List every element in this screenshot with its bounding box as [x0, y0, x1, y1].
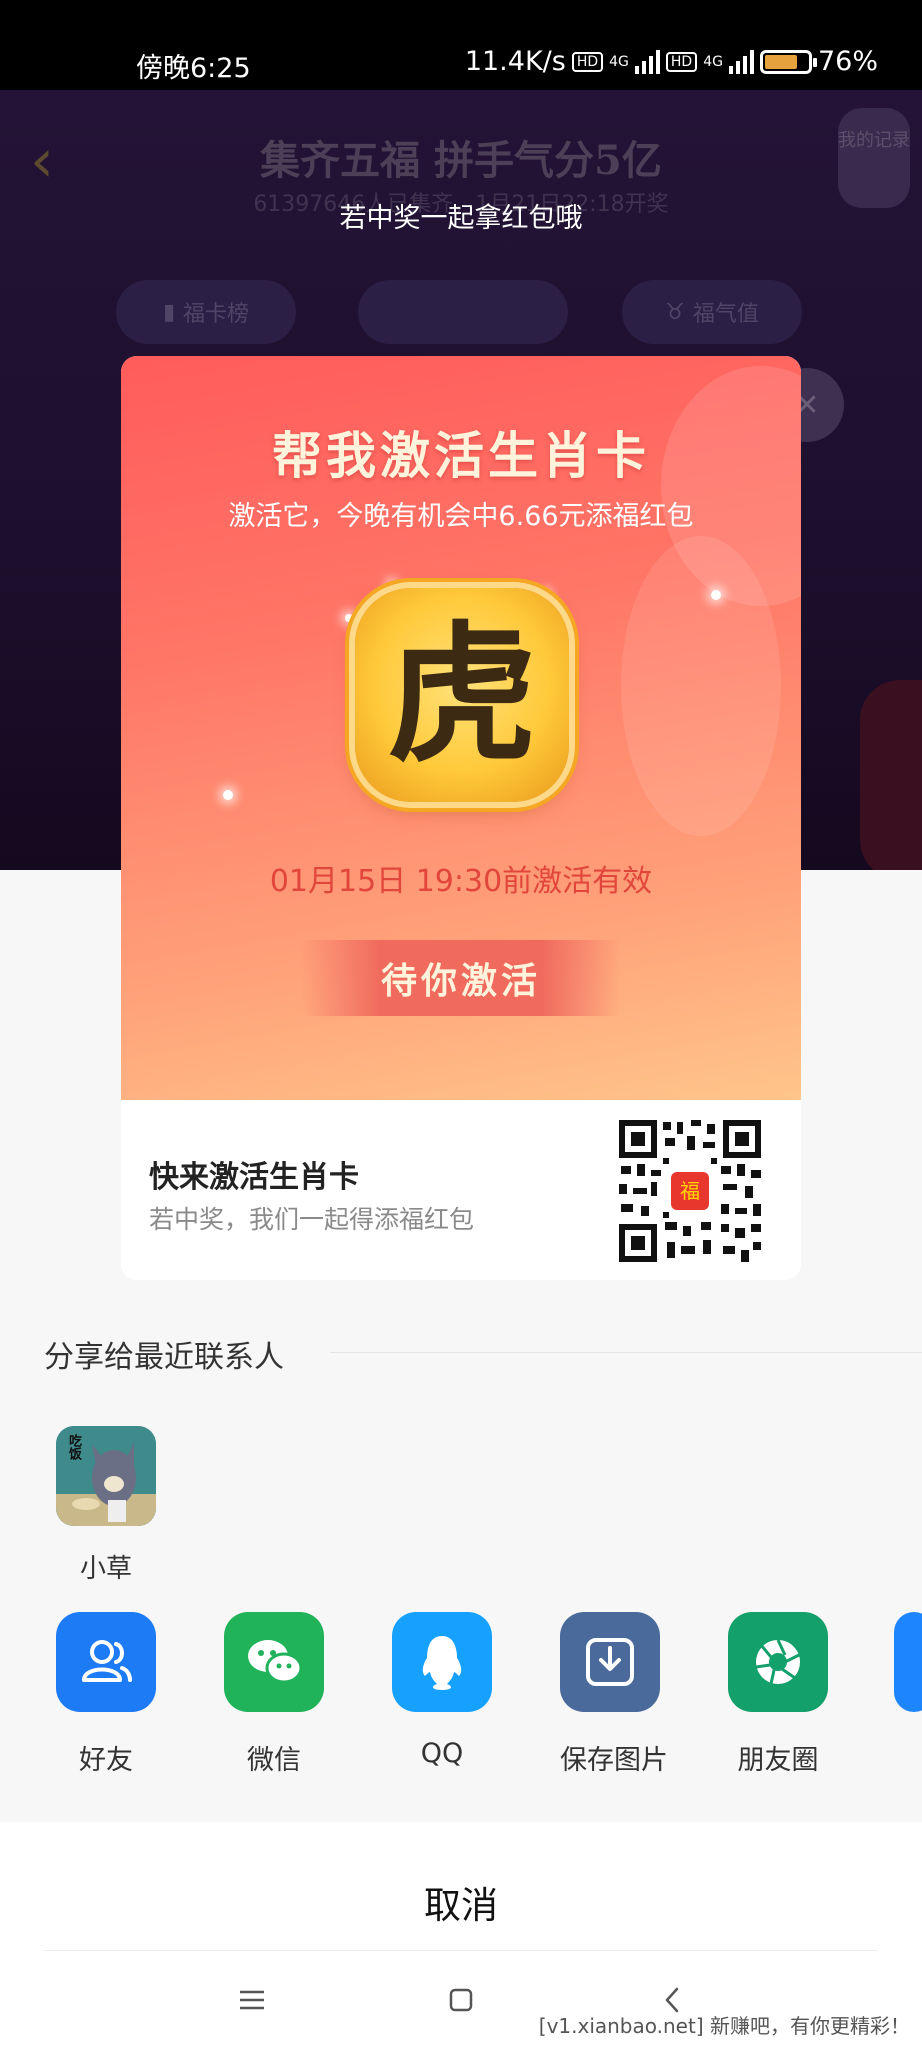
share-app-qq[interactable]: QQ [392, 1612, 492, 1777]
network-type-2: 4G [703, 53, 723, 70]
battery-icon [759, 49, 817, 74]
share-app-more[interactable] [894, 1612, 922, 1712]
signal-icon [634, 49, 660, 74]
card-subheading: 激活它，今晚有机会中6.66元添福红包 [228, 501, 694, 532]
qr-badge: 福 [680, 1179, 700, 1203]
sparkle-decoration [389, 582, 395, 588]
background-tab-middle [358, 280, 568, 344]
card-heading: 帮我激活生肖卡 [272, 426, 650, 485]
avatar-text: 吃饭 [66, 1434, 81, 1460]
background-tab-luck: ♉ 福气值 [622, 280, 802, 344]
pending-activation-label: 待你激活 [301, 940, 621, 1016]
sparkle-decoration [223, 790, 233, 800]
contact-name: 小草 [79, 1554, 132, 1584]
share-app-list: 好友 微信 QQ 保存图片 朋友圈 [56, 1612, 828, 1777]
bar-chart-icon: ▮ [162, 299, 176, 325]
status-indicators: 11.4K/s HD 4G HD 4G 76% [465, 46, 878, 77]
qq-penguin-icon [392, 1612, 492, 1712]
network-type: 4G [609, 53, 629, 70]
share-card: 帮我激活生肖卡 激活它，今晚有机会中6.66元添福红包 虎 01月15日 19:… [121, 356, 801, 1280]
qr-code-graphic: 福 [617, 1118, 763, 1264]
ox-icon: ♉ [665, 299, 685, 325]
menu-icon[interactable] [232, 1980, 272, 2020]
share-app-friends[interactable]: 好友 [56, 1612, 156, 1777]
card-footer: 快来激活生肖卡 若中奖，我们一起得添福红包 福 [121, 1100, 801, 1280]
sparkle-decoration [345, 614, 353, 622]
wechat-icon [224, 1612, 324, 1712]
watermark-text: [v1.xianbao.net] 新赚吧，有你更精彩！ [538, 2014, 910, 2038]
moments-icon [728, 1612, 828, 1712]
zodiac-card-icon: 虎 [355, 588, 569, 802]
app-label: 微信 [247, 1745, 301, 1776]
status-time: 傍晚6:25 [136, 53, 251, 84]
background-tab-rank: ▮ 福卡榜 [116, 280, 296, 344]
share-app-wechat[interactable]: 微信 [224, 1612, 324, 1777]
card-footer-title: 快来激活生肖卡 [149, 1160, 359, 1195]
my-records-button: 我的记录 [838, 108, 910, 208]
qr-code: 福 [617, 1118, 763, 1264]
app-label: 保存图片 [560, 1745, 668, 1776]
share-section-title: 分享给最近联系人 [44, 1340, 284, 1375]
sparkle-decoration [711, 590, 721, 600]
network-speed: 11.4K/s [464, 46, 566, 77]
app-label: QQ [420, 1738, 464, 1769]
divider [330, 1352, 922, 1353]
app-label: 好友 [79, 1745, 133, 1776]
hd-badge-2: HD [665, 51, 698, 72]
home-icon[interactable] [441, 1980, 481, 2020]
cancel-button[interactable]: 取消 [0, 1866, 922, 1946]
app-label: 朋友圈 [737, 1745, 819, 1776]
card-valid-until: 01月15日 19:30前激活有效 [269, 864, 653, 899]
share-app-moments[interactable]: 朋友圈 [728, 1612, 828, 1777]
share-hint-text: 若中奖一起拿红包哦 [339, 203, 583, 234]
friends-icon [56, 1612, 156, 1712]
avatar: 吃饭 [56, 1426, 156, 1526]
divider [44, 1950, 878, 1951]
signal-icon-2 [728, 49, 754, 74]
status-bar: 傍晚6:25 11.4K/s HD 4G HD 4G 76% [0, 0, 922, 90]
card-poster: 帮我激活生肖卡 激活它，今晚有机会中6.66元添福红包 虎 01月15日 19:… [121, 356, 801, 1100]
card-footer-subtitle: 若中奖，我们一起得添福红包 [149, 1205, 475, 1234]
battery-percent: 76% [817, 46, 878, 77]
contact-item[interactable]: 吃饭 小草 [56, 1426, 156, 1585]
hd-badge: HD [571, 51, 604, 72]
share-app-save-image[interactable]: 保存图片 [560, 1612, 668, 1777]
background-decoration [860, 680, 922, 870]
background-title: 集齐五福 拼手气分5亿 [260, 137, 662, 184]
zodiac-character: 虎 [386, 607, 537, 783]
download-icon [560, 1612, 660, 1712]
